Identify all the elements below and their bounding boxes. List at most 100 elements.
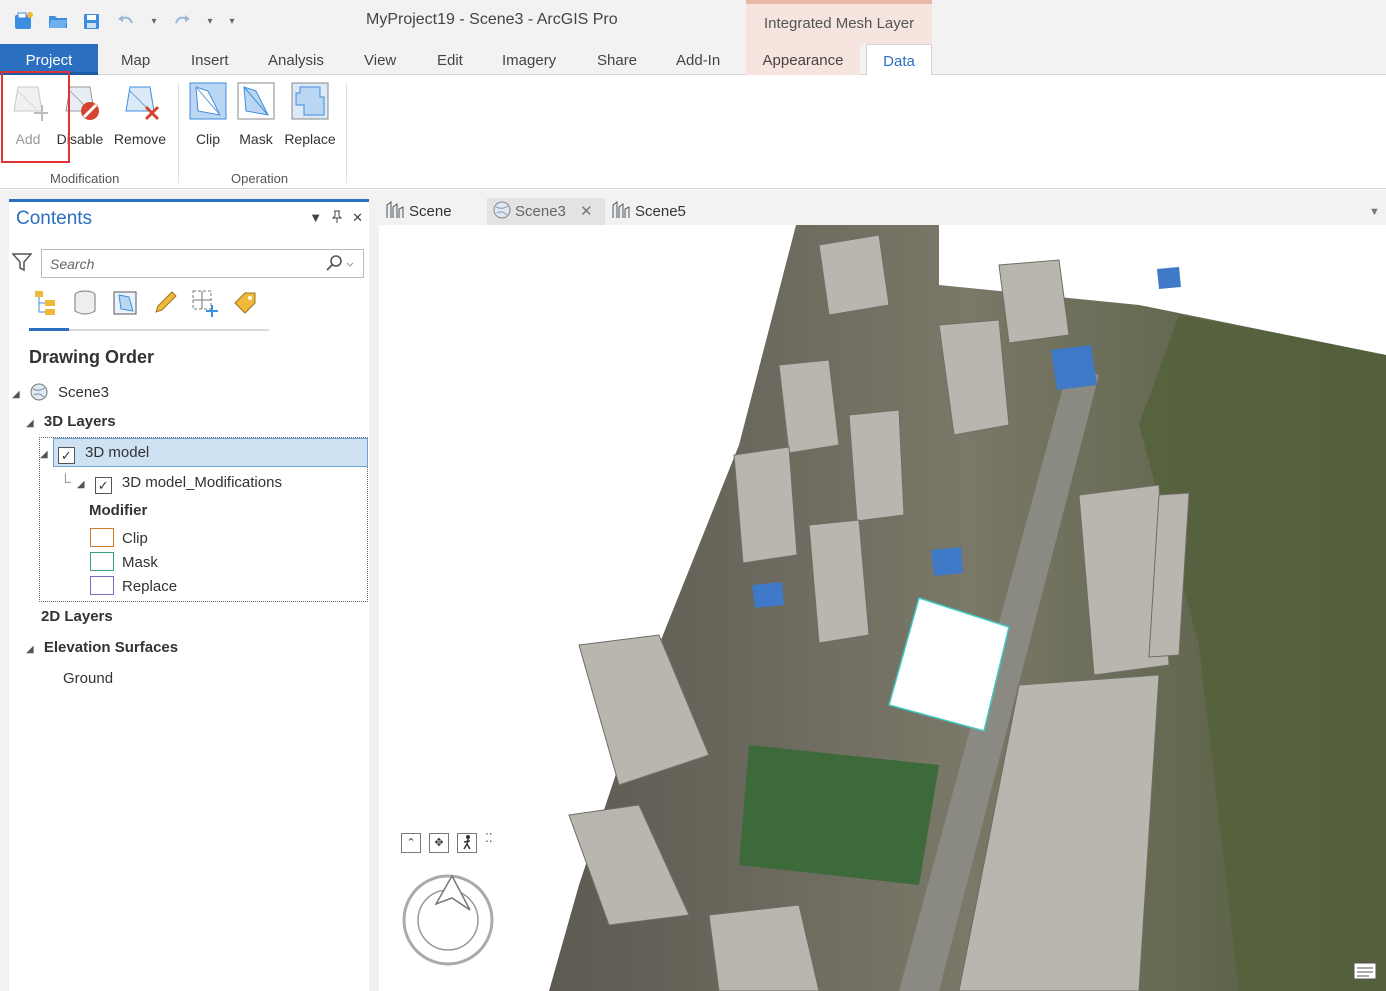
scene3-node[interactable]: ◢ Scene3 bbox=[12, 383, 109, 405]
tabs-overflow-icon[interactable]: ▼ bbox=[1369, 198, 1380, 225]
3d-model-label: 3D model bbox=[85, 444, 150, 461]
remove-button[interactable]: Remove bbox=[112, 81, 168, 153]
tab-imagery[interactable]: Imagery bbox=[502, 44, 556, 75]
modifier-replace[interactable]: Replace bbox=[90, 576, 177, 595]
modifier-heading: Modifier bbox=[89, 502, 148, 519]
mask-label: Mask bbox=[239, 131, 273, 147]
full-extent-icon[interactable]: ✥ bbox=[429, 833, 449, 853]
data-source-icon[interactable] bbox=[71, 289, 97, 317]
navigator-options-icon[interactable]: ⁚⁚ bbox=[485, 832, 493, 853]
tab-analysis[interactable]: Analysis bbox=[268, 44, 324, 75]
tab-share[interactable]: Share bbox=[597, 44, 637, 75]
2d-layers-group[interactable]: 2D Layers bbox=[41, 608, 113, 625]
tab-scene3-label: Scene3 bbox=[515, 203, 566, 220]
replace-label: Replace bbox=[284, 131, 336, 147]
ribbon-panel: Add Disable Remove Modification Clip Mas… bbox=[0, 75, 1386, 189]
scene-notes-icon[interactable] bbox=[1352, 957, 1378, 986]
modifier-clip[interactable]: Clip bbox=[90, 528, 148, 547]
drawing-order-heading: Drawing Order bbox=[29, 347, 155, 367]
scene-view[interactable] bbox=[379, 225, 1386, 991]
undo-icon[interactable] bbox=[114, 10, 138, 32]
contents-view-tabs bbox=[31, 289, 257, 317]
replace-icon bbox=[290, 81, 330, 121]
replace-button[interactable]: Replace bbox=[282, 81, 338, 153]
clip-modifier-label: Clip bbox=[122, 530, 148, 547]
drawing-order-icon[interactable] bbox=[31, 289, 57, 317]
redo-icon[interactable] bbox=[170, 10, 194, 32]
replace-swatch bbox=[90, 576, 114, 595]
walk-mode-icon[interactable] bbox=[457, 833, 477, 853]
close-pane-icon[interactable]: ✕ bbox=[352, 210, 363, 226]
north-arrow-icon bbox=[434, 874, 471, 911]
layer-visibility-checkbox[interactable]: ✓ bbox=[57, 447, 75, 464]
3d-layers-label: 3D Layers bbox=[43, 413, 116, 430]
collapse-triangle-icon[interactable]: ◢ bbox=[12, 389, 20, 400]
modifications-layer[interactable]: └ ◢ ✓ 3D model_Modifications bbox=[60, 474, 282, 494]
collapse-triangle-icon[interactable]: ◢ bbox=[40, 449, 48, 460]
window-title: MyProject19 - Scene3 - ArcGIS Pro bbox=[366, 11, 618, 28]
modifier-mask[interactable]: Mask bbox=[90, 552, 158, 571]
mask-button[interactable]: Mask bbox=[228, 81, 284, 153]
search-placeholder: Search bbox=[50, 256, 95, 272]
elevation-surfaces-group[interactable]: ◢ Elevation Surfaces bbox=[26, 639, 178, 656]
collapse-triangle-icon[interactable]: ◢ bbox=[77, 479, 85, 490]
sublayer-visibility-checkbox[interactable]: ✓ bbox=[94, 477, 112, 494]
3d-layers-group[interactable]: ◢ 3D Layers bbox=[26, 413, 116, 430]
tab-scene5[interactable]: Scene5 bbox=[611, 198, 711, 225]
save-project-icon[interactable] bbox=[80, 10, 104, 32]
new-project-icon[interactable] bbox=[12, 10, 36, 32]
filter-icon[interactable] bbox=[11, 252, 33, 275]
globe-icon bbox=[30, 383, 48, 405]
navigator-compass[interactable] bbox=[400, 870, 496, 969]
collapse-triangle-icon[interactable]: ◢ bbox=[26, 418, 34, 429]
remove-label: Remove bbox=[113, 131, 167, 147]
tab-insert[interactable]: Insert bbox=[191, 44, 229, 75]
labeling-icon[interactable] bbox=[231, 289, 257, 317]
tab-scene[interactable]: Scene bbox=[385, 198, 485, 225]
mask-modifier-label: Mask bbox=[122, 554, 158, 571]
tab-scene3[interactable]: Scene3 ✕ bbox=[487, 198, 605, 225]
pin-icon[interactable] bbox=[331, 210, 343, 226]
snapping-icon[interactable] bbox=[191, 289, 218, 317]
collapse-triangle-icon[interactable]: ◢ bbox=[26, 644, 34, 655]
tab-edit[interactable]: Edit bbox=[437, 44, 463, 75]
contextual-tab-group-header: Integrated Mesh Layer bbox=[746, 0, 932, 44]
redo-dropdown-icon[interactable]: ▾ bbox=[204, 10, 216, 32]
pane-options-icon[interactable]: ▼ bbox=[309, 210, 322, 226]
replace-modifier-label: Replace bbox=[122, 578, 178, 595]
mask-icon bbox=[236, 81, 276, 121]
remove-modification-icon bbox=[120, 81, 160, 121]
tab-scene-label: Scene bbox=[409, 203, 452, 220]
navigator-controls: ⌃ ✥ ⁚⁚ bbox=[401, 832, 493, 853]
tab-map[interactable]: Map bbox=[121, 44, 150, 75]
tab-data[interactable]: Data bbox=[866, 44, 932, 76]
ground-surface[interactable]: Ground bbox=[63, 670, 113, 687]
search-input[interactable]: Search bbox=[41, 249, 364, 278]
tab-add-in[interactable]: Add-In bbox=[676, 44, 720, 75]
close-tab-icon[interactable]: ✕ bbox=[580, 203, 593, 220]
group-separator bbox=[178, 83, 179, 183]
selection-icon[interactable] bbox=[111, 289, 137, 317]
3d-model-layer[interactable]: ◢ ✓ 3D model bbox=[40, 444, 149, 464]
modifications-label: 3D model_Modifications bbox=[121, 474, 282, 491]
open-project-icon[interactable] bbox=[46, 10, 70, 32]
pane-controls: ▼ ✕ bbox=[309, 210, 363, 226]
contextual-group-label: Integrated Mesh Layer bbox=[764, 15, 915, 32]
tab-view[interactable]: View bbox=[364, 44, 396, 75]
mask-swatch bbox=[90, 552, 114, 571]
courtyard-lawn bbox=[739, 745, 939, 885]
editing-icon[interactable] bbox=[151, 289, 177, 317]
pan-up-icon[interactable]: ⌃ bbox=[401, 833, 421, 853]
undo-dropdown-icon[interactable]: ▾ bbox=[148, 10, 160, 32]
title-bar: ▾ ▾ ▾ MyProject19 - Scene3 - ArcGIS Pro … bbox=[0, 0, 1386, 44]
group-separator bbox=[346, 83, 347, 183]
integrated-mesh-scene[interactable] bbox=[379, 225, 1386, 991]
customize-toolbar-icon[interactable]: ▾ bbox=[226, 10, 238, 32]
search-icon[interactable] bbox=[325, 254, 355, 275]
contents-pane: Contents ▼ ✕ Search Drawing Order ◢ Scen… bbox=[9, 199, 369, 991]
tab-appearance[interactable]: Appearance bbox=[746, 44, 860, 75]
elevation-surfaces-label: Elevation Surfaces bbox=[43, 639, 179, 656]
contents-title: Contents bbox=[16, 208, 93, 229]
clip-icon bbox=[188, 81, 228, 121]
tab-scene5-label: Scene5 bbox=[635, 203, 686, 220]
